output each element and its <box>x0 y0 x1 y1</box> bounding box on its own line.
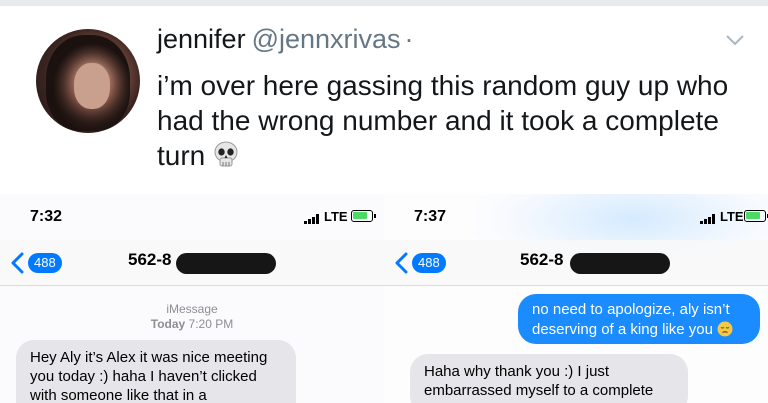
pensive-face-icon <box>717 321 733 337</box>
status-time: 7:32 <box>30 208 63 225</box>
battery-icon <box>744 210 768 222</box>
incoming-message[interactable]: Haha why thank you :) I just embarrassed… <box>410 354 688 403</box>
network-type: LTE <box>720 209 744 224</box>
user-handle[interactable]: @jennxrivas <box>252 24 401 54</box>
back-badge[interactable]: 488 <box>412 253 446 273</box>
incoming-message[interactable]: Hey Aly it’s Alex it was nice meeting yo… <box>16 340 296 403</box>
outgoing-message[interactable]: no need to apologize, aly isn’t deservin… <box>518 294 760 344</box>
contact-name[interactable]: 562-8 <box>520 250 563 270</box>
tweet: jennifer @jennxrivas · i’m over here gassi… <box>0 6 768 194</box>
status-bar: 7:32 LTE <box>0 194 384 240</box>
tweet-header: jennifer @jennxrivas · <box>157 24 414 55</box>
redaction-bar <box>570 253 670 274</box>
back-badge[interactable]: 488 <box>28 253 62 273</box>
redaction-bar <box>176 253 276 274</box>
avatar[interactable] <box>36 29 140 133</box>
network-type: LTE <box>324 209 348 224</box>
screenshot-right: 7:37 LTE 488 562-8 no need to apologize,… <box>384 194 768 403</box>
chevron-down-icon[interactable] <box>726 34 744 46</box>
outgoing-message-text: no need to apologize, aly isn’t deservin… <box>532 301 730 338</box>
conversation-header: 488 562-8 <box>0 240 384 286</box>
timestamp: Today 7:20 PM <box>150 317 234 331</box>
status-time: 7:37 <box>414 208 447 225</box>
battery-icon <box>351 210 376 222</box>
tweet-text-body: i’m over here gassing this random guy up… <box>157 70 729 171</box>
back-chevron-icon[interactable] <box>394 252 408 274</box>
screenshot-left: 7:32 LTE 488 562-8 iMessage Today 7:20 P… <box>0 194 384 403</box>
skull-icon <box>214 141 238 167</box>
conversation-header: 488 562-8 <box>384 240 768 286</box>
signal-icon <box>700 214 715 224</box>
avatar-face <box>74 63 110 109</box>
back-chevron-icon[interactable] <box>10 252 24 274</box>
service-label: iMessage <box>166 302 218 316</box>
tweet-text: i’m over here gassing this random guy up… <box>157 68 757 173</box>
status-bar: 7:37 LTE <box>384 194 768 240</box>
thread-meta: iMessage Today 7:20 PM <box>0 302 384 332</box>
contact-name[interactable]: 562-8 <box>128 250 171 270</box>
signal-icon <box>304 214 319 224</box>
display-name[interactable]: jennifer <box>157 24 246 54</box>
separator-dot: · <box>404 24 414 54</box>
